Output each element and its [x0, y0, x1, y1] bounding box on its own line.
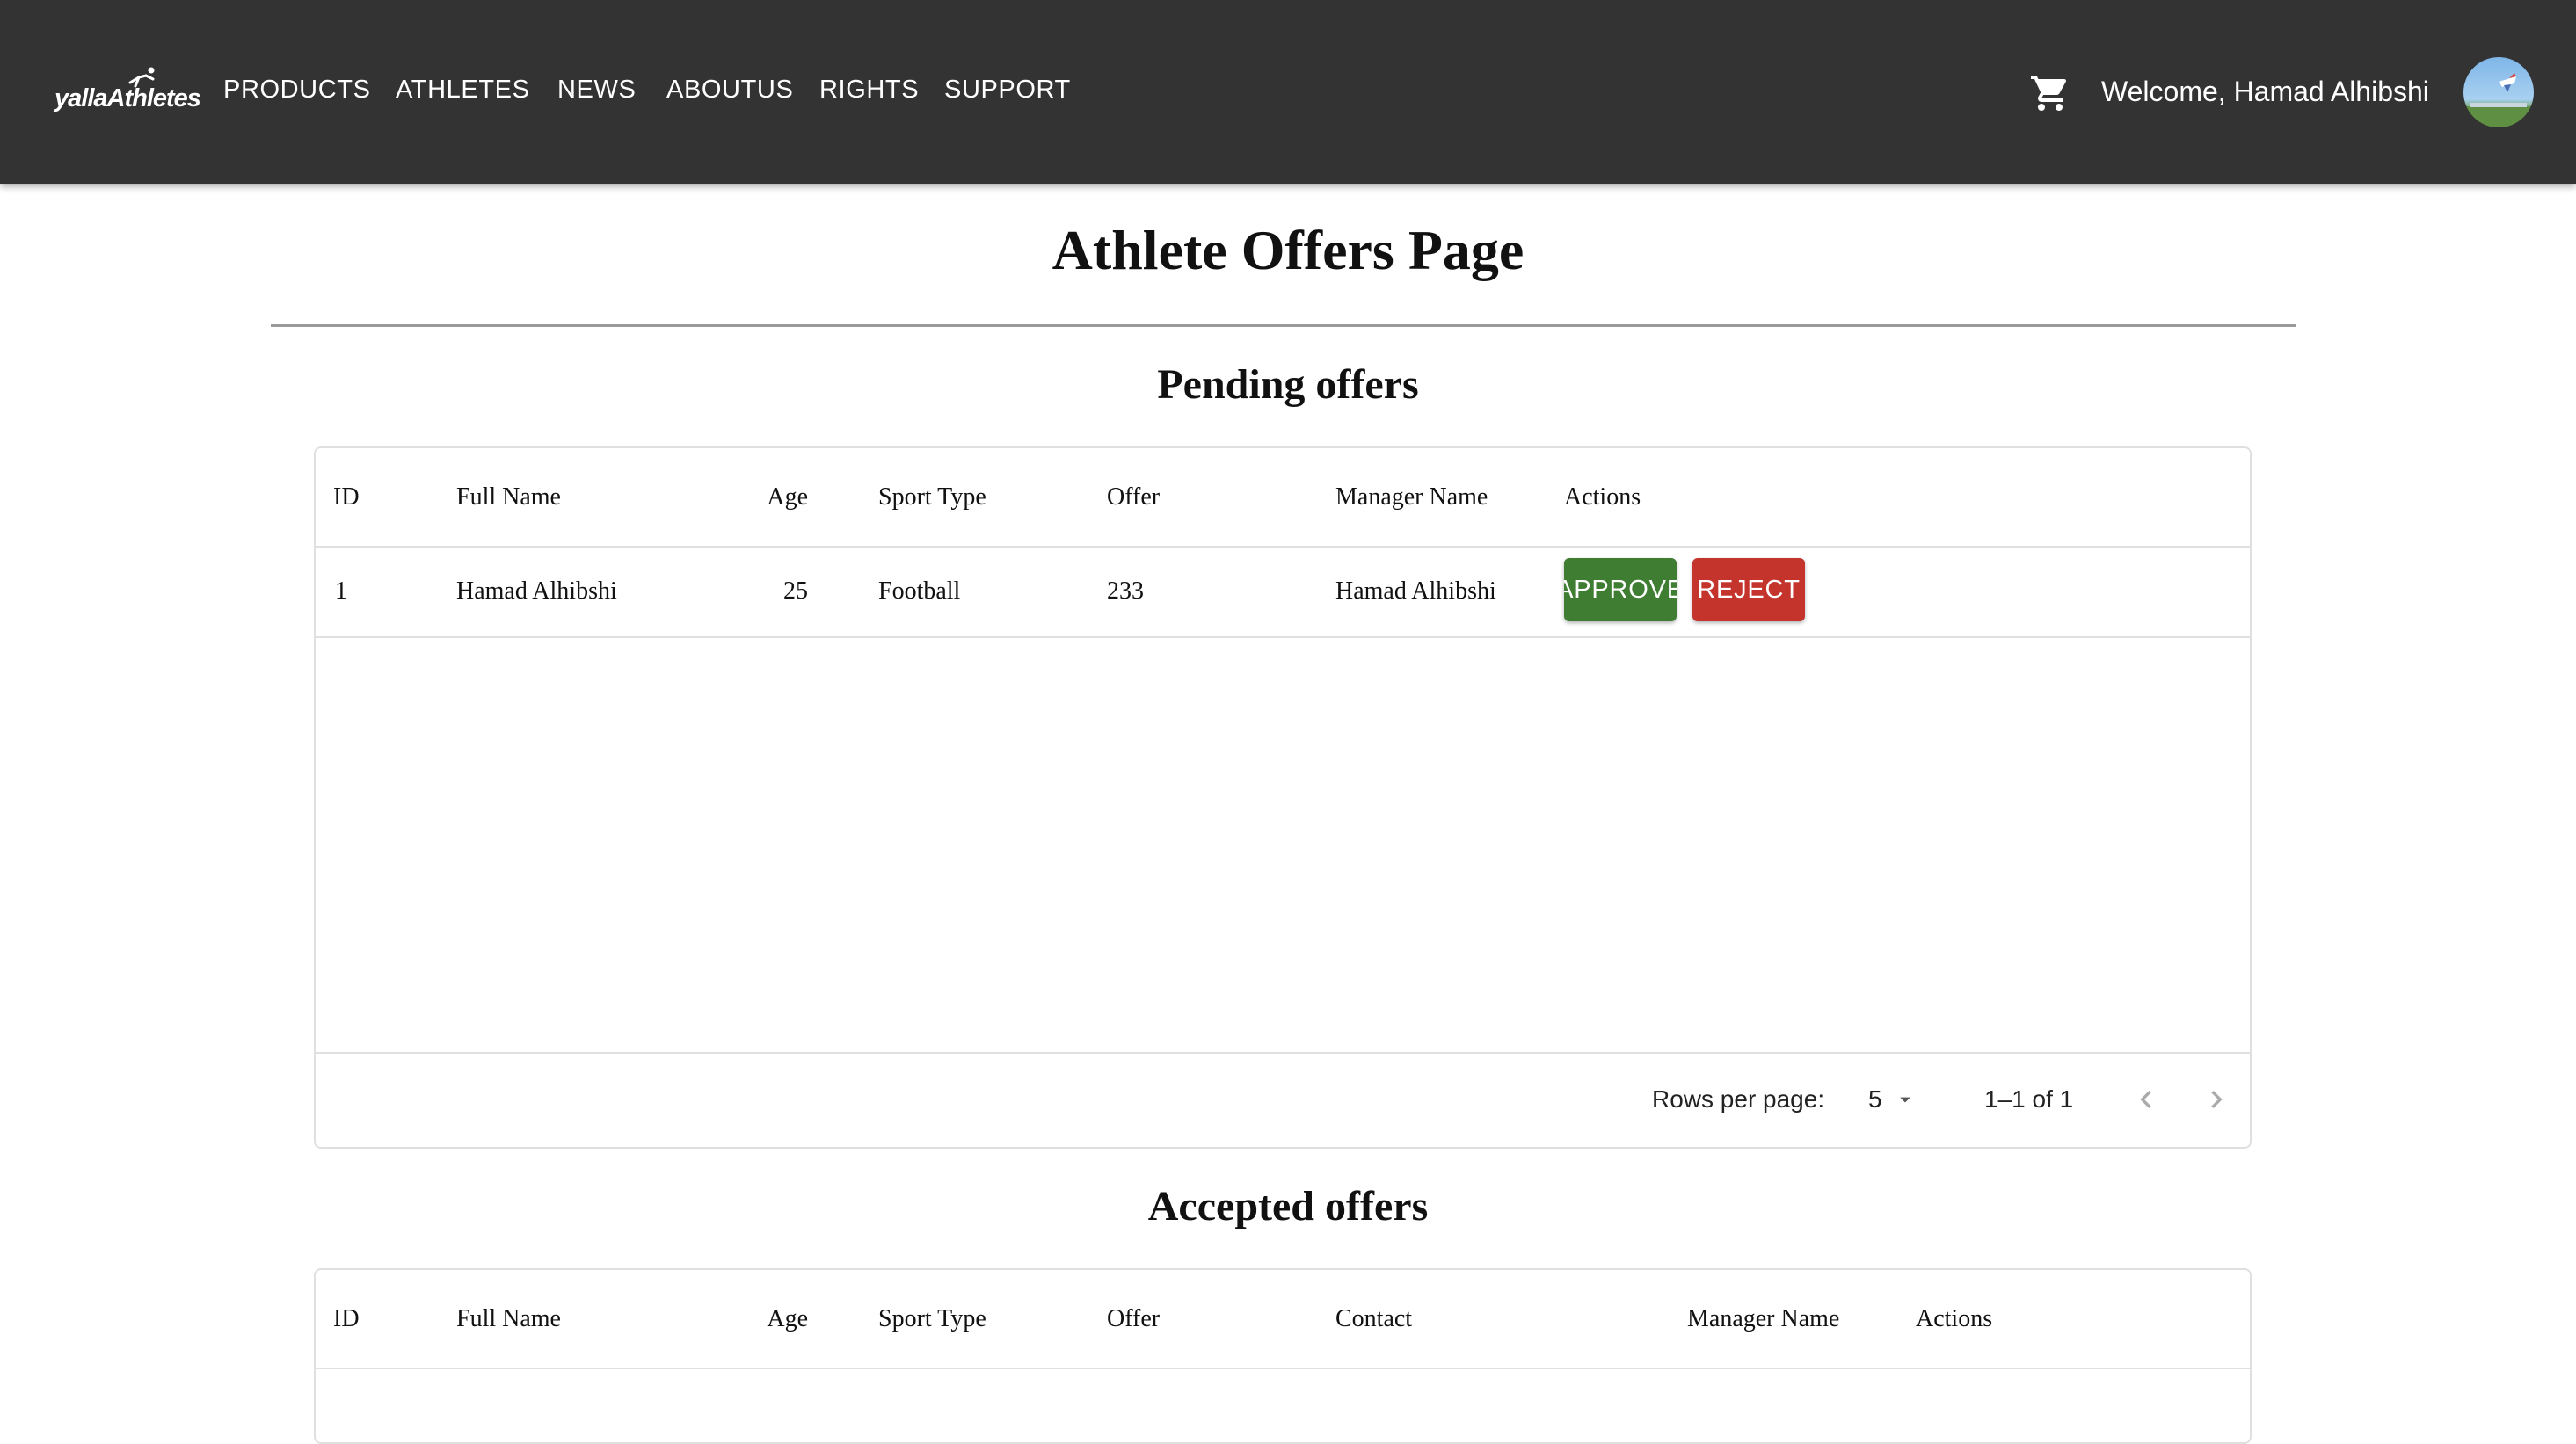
column-header-full-name[interactable]: Full Name — [456, 448, 561, 546]
nav-aboutus[interactable]: ABOUTUS — [666, 76, 793, 105]
title-divider — [271, 324, 2296, 327]
nav-news[interactable]: NEWS — [557, 76, 636, 105]
reject-button[interactable]: REJECT — [1692, 558, 1805, 621]
column-header-manager-name[interactable]: Manager Name — [1335, 448, 1488, 546]
previous-page-icon[interactable] — [2128, 1082, 2164, 1117]
cell-id: 1 — [335, 577, 347, 605]
pagination-range: 1–1 of 1 — [1984, 1085, 2074, 1113]
cell-offer: 233 — [1107, 577, 1144, 605]
avatar[interactable] — [2463, 57, 2534, 127]
column-header-offer[interactable]: Offer — [1107, 448, 1160, 546]
column-header-full-name[interactable]: Full Name — [456, 1270, 561, 1368]
next-page-icon[interactable] — [2199, 1082, 2234, 1117]
accepted-offers-title: Accepted offers — [1147, 1183, 1429, 1230]
rows-per-page-value: 5 — [1868, 1085, 1882, 1113]
cell-sport-type: Football — [878, 577, 961, 605]
column-header-manager-name[interactable]: Manager Name — [1687, 1270, 1839, 1368]
column-header-sport-type[interactable]: Sport Type — [878, 1270, 986, 1368]
pending-offers-table: ID Full Name Age Sport Type Offer Manage… — [314, 446, 2252, 1149]
table-pagination: Rows per page: 5 1–1 of 1 — [316, 1052, 2250, 1147]
chevron-down-icon — [1900, 1097, 1910, 1103]
table-header: ID Full Name Age Sport Type Offer Manage… — [316, 448, 2250, 548]
page-title: Athlete Offers Page — [1052, 219, 1524, 281]
column-header-contact[interactable]: Contact — [1335, 1270, 1412, 1368]
brand-logo-text: yallaAthletes — [55, 84, 201, 112]
cart-icon[interactable] — [2029, 72, 2071, 114]
app-bar: yallaAthletes PRODUCTS ATHLETES NEWS ABO… — [0, 0, 2576, 184]
avatar-image — [2463, 73, 2534, 127]
brand-logo[interactable]: yallaAthletes — [55, 67, 201, 120]
column-header-actions[interactable]: Actions — [1916, 1270, 1992, 1368]
column-header-sport-type[interactable]: Sport Type — [878, 448, 986, 546]
approve-button[interactable]: APPROVE — [1564, 558, 1677, 621]
rows-per-page-select[interactable]: 5 — [1868, 1078, 1921, 1119]
rows-per-page-label: Rows per page: — [1652, 1085, 1825, 1113]
nav-products[interactable]: PRODUCTS — [223, 76, 371, 105]
cell-full-name: Hamad Alhibshi — [456, 577, 617, 605]
column-header-id[interactable]: ID — [333, 448, 360, 546]
welcome-text: Welcome, Hamad Alhibshi — [2101, 76, 2429, 107]
column-header-offer[interactable]: Offer — [1107, 1270, 1160, 1368]
nav-rights[interactable]: RIGHTS — [819, 76, 919, 105]
nav-support[interactable]: SUPPORT — [944, 76, 1071, 105]
column-header-id[interactable]: ID — [333, 1270, 360, 1368]
cell-age: 25 — [783, 577, 808, 605]
table-header: ID Full Name Age Sport Type Offer Contac… — [316, 1270, 2250, 1369]
column-header-age-label: Age — [767, 483, 808, 511]
nav-athletes[interactable]: ATHLETES — [396, 76, 530, 105]
runner-icon — [128, 67, 155, 88]
column-header-age-label: Age — [767, 1304, 808, 1332]
accepted-offers-table: ID Full Name Age Sport Type Offer Contac… — [314, 1268, 2252, 1444]
table-row[interactable]: 1 Hamad Alhibshi 25 Football 233 Hamad A… — [316, 546, 2250, 638]
column-header-actions[interactable]: Actions — [1564, 448, 1641, 546]
pending-offers-title: Pending offers — [1157, 361, 1419, 408]
cell-manager-name: Hamad Alhibshi — [1335, 577, 1496, 605]
